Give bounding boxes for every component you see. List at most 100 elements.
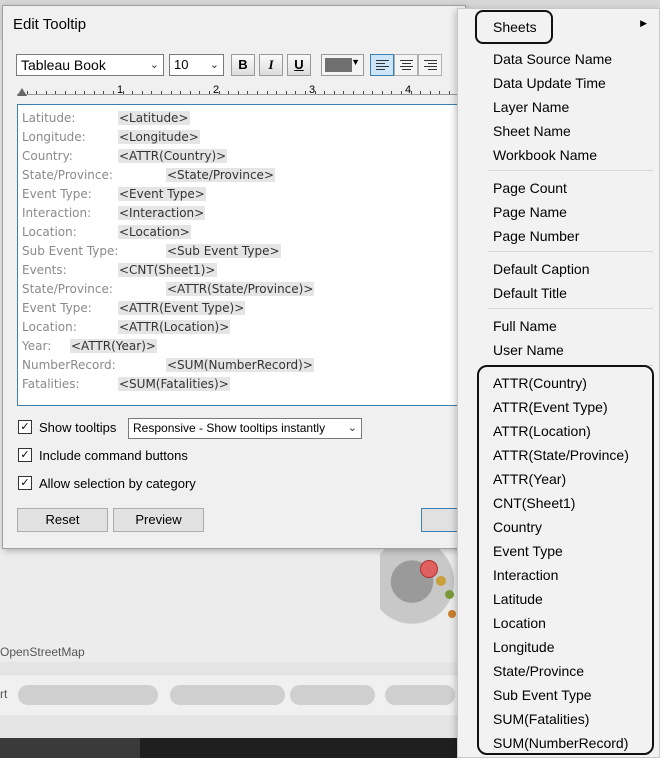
tooltip-label: Longitude: <box>22 130 86 144</box>
ruler-tick <box>439 91 441 94</box>
status-strip <box>0 738 460 758</box>
reset-button[interactable]: Reset <box>17 508 108 532</box>
include-command-buttons-checkbox[interactable]: ✓ <box>18 448 32 462</box>
italic-button[interactable]: I <box>259 54 283 76</box>
preview-button[interactable]: Preview <box>113 508 204 532</box>
tooltip-field: <SUM(Fatalities)> <box>118 377 230 391</box>
tooltip-label: Event Type: <box>22 187 92 201</box>
map-point <box>436 576 446 586</box>
map-point <box>445 590 454 599</box>
show-tooltips-label: Show tooltips <box>39 420 117 435</box>
tooltip-text-editor[interactable]: Latitude: <Latitude> Longitude: <Longitude… <box>17 104 465 406</box>
dialog-title: Edit Tooltip <box>13 16 87 33</box>
ruler-number: 3 <box>309 84 316 96</box>
tab-label-fragment: rt <box>0 687 8 701</box>
align-left-button[interactable] <box>370 54 394 76</box>
ruler-tick <box>324 91 326 94</box>
tooltip-mode-select[interactable]: Responsive - Show tooltips instantly ⌄ <box>128 418 362 439</box>
ruler-tick <box>276 91 278 94</box>
submenu-arrow-icon: ▶ <box>640 18 647 28</box>
edit-tooltip-dialog: Edit Tooltip Tableau Book ⌄ 10 ⌄ B I U ▼… <box>2 5 471 549</box>
menu-item-page-count[interactable]: Page Count <box>493 179 567 197</box>
menu-item-page-name[interactable]: Page Name <box>493 203 567 221</box>
ruler-tick <box>353 91 354 94</box>
tooltip-field: <Interaction> <box>118 206 206 220</box>
tooltip-label: Latitude: <box>22 111 76 125</box>
tooltip-field: <Latitude> <box>118 111 190 125</box>
ruler-tick <box>209 91 210 94</box>
tooltip-mode-value: Responsive - Show tooltips instantly <box>133 421 326 435</box>
tooltip-label: Sub Event Type: <box>22 244 119 258</box>
menu-item-default-title[interactable]: Default Title <box>493 284 567 302</box>
underline-button[interactable]: U <box>287 54 311 76</box>
menu-item-layer-name[interactable]: Layer Name <box>493 98 569 116</box>
tooltip-label: Location: <box>22 225 77 239</box>
ruler-tick <box>93 91 95 94</box>
dropdown-arrow-icon: ▼ <box>351 57 360 67</box>
ruler-tick <box>161 91 162 94</box>
ruler-tick <box>257 91 258 94</box>
menu-item-sheet-name[interactable]: Sheet Name <box>493 122 571 140</box>
ruler-tick <box>189 91 191 94</box>
ruler-tick <box>362 91 364 94</box>
ruler-number: 1 <box>117 84 124 96</box>
ruler-tick <box>103 91 105 94</box>
sheet-tab[interactable] <box>18 685 158 705</box>
sheet-tab[interactable] <box>290 685 375 705</box>
menu-item-data-source-name[interactable]: Data Source Name <box>493 50 612 68</box>
map-point <box>420 560 438 578</box>
show-tooltips-checkbox[interactable]: ✓ <box>18 420 32 434</box>
ruler-tick <box>237 91 239 94</box>
font-size-select[interactable]: 10 ⌄ <box>169 54 224 76</box>
menu-item-user-name[interactable]: User Name <box>493 341 564 359</box>
chevron-down-icon: ⌄ <box>347 422 357 434</box>
tooltip-label: State/Province: <box>22 168 113 182</box>
tooltip-field: <ATTR(Event Type)> <box>118 301 246 315</box>
font-size-value: 10 <box>174 57 189 72</box>
bold-button[interactable]: B <box>231 54 255 76</box>
ruler-tick <box>180 91 182 94</box>
tooltip-label: Fatalities: <box>22 377 80 391</box>
align-right-button[interactable] <box>418 54 442 76</box>
ruler-tick <box>199 91 201 94</box>
tooltip-field: <Location> <box>118 225 191 239</box>
ruler-tick <box>55 91 57 94</box>
chevron-down-icon: ⌄ <box>149 59 159 71</box>
sheet-tab-bar: rt <box>0 674 460 715</box>
color-swatch <box>325 58 352 72</box>
tooltip-field: <SUM(NumberRecord)> <box>166 358 314 372</box>
ruler-tick <box>266 91 268 94</box>
menu-item-full-name[interactable]: Full Name <box>493 317 557 335</box>
ruler-tick <box>151 91 153 94</box>
tooltip-label: Location: <box>22 320 77 334</box>
ruler-tick <box>74 91 76 94</box>
text-color-button[interactable]: ▼ <box>321 54 364 76</box>
sheet-tab[interactable] <box>170 685 285 705</box>
ruler-tick <box>381 91 383 94</box>
ruler-tick <box>333 91 335 94</box>
chevron-down-icon: ⌄ <box>209 59 219 71</box>
ruler-tick <box>36 91 38 94</box>
ruler-tick <box>372 91 374 94</box>
allow-selection-checkbox[interactable]: ✓ <box>18 476 32 490</box>
tooltip-label: Year: <box>22 339 52 353</box>
menu-item-page-number[interactable]: Page Number <box>493 227 579 245</box>
tooltip-field: <ATTR(State/Province)> <box>166 282 315 296</box>
tooltip-label: Interaction: <box>22 206 92 220</box>
tooltip-field: <ATTR(Country)> <box>118 149 228 163</box>
font-family-select[interactable]: Tableau Book ⌄ <box>16 54 164 76</box>
menu-item-workbook-name[interactable]: Workbook Name <box>493 146 597 164</box>
include-command-buttons-label: Include command buttons <box>39 448 188 463</box>
indent-marker[interactable] <box>17 88 27 96</box>
tooltip-field: <CNT(Sheet1)> <box>118 263 217 277</box>
ruler-tick <box>45 91 47 94</box>
map-point <box>448 610 456 618</box>
ruler-tick <box>84 91 86 94</box>
ruler-tick <box>285 91 287 94</box>
ruler-tick <box>170 91 172 94</box>
font-family-value: Tableau Book <box>21 57 106 73</box>
align-center-button[interactable] <box>394 54 418 76</box>
sheet-tab[interactable] <box>385 685 455 705</box>
menu-item-default-caption[interactable]: Default Caption <box>493 260 590 278</box>
menu-item-data-update-time[interactable]: Data Update Time <box>493 74 606 92</box>
